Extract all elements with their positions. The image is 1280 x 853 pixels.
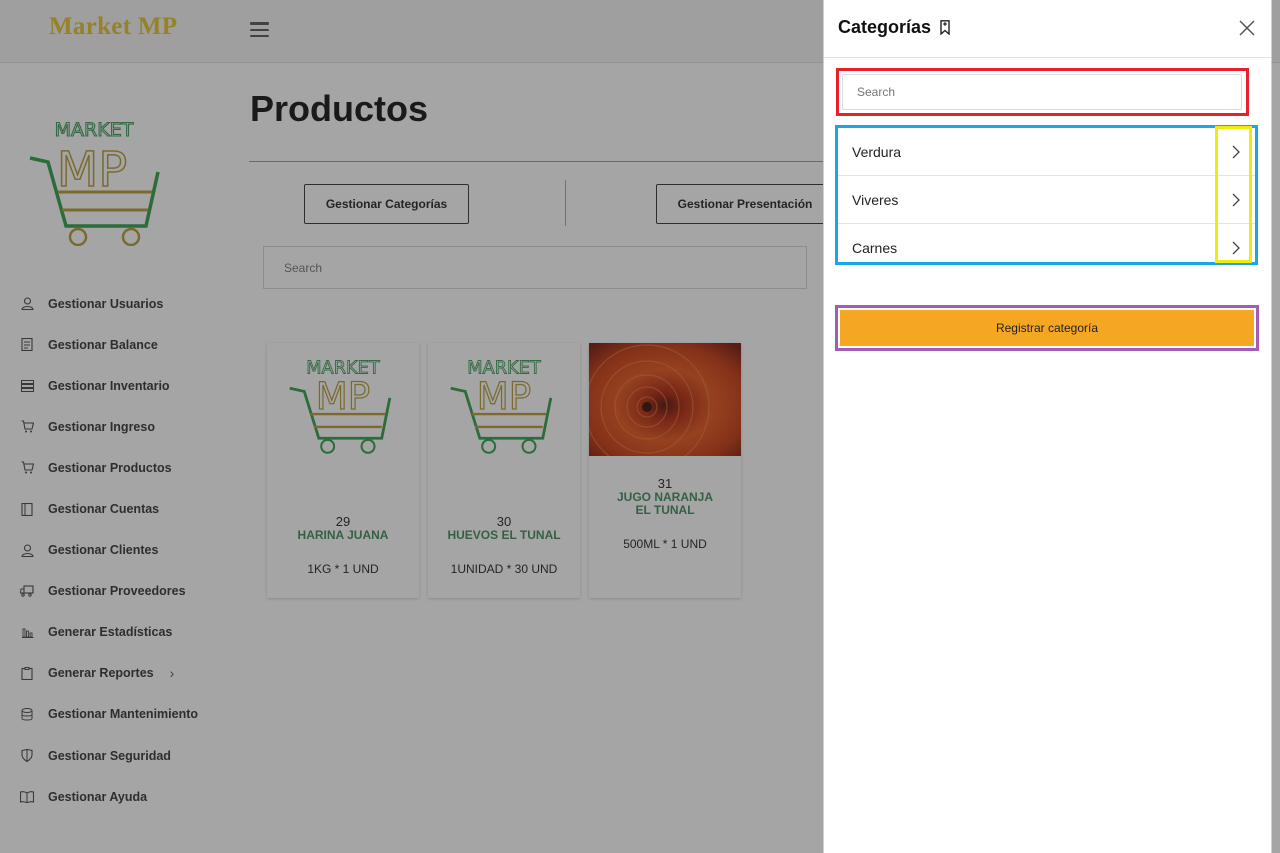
register-button-highlight <box>835 305 1259 351</box>
search-highlight <box>836 68 1249 116</box>
panel-title-text: Categorías <box>838 17 932 37</box>
panel-title: Categorías <box>838 17 950 38</box>
panel-header: Categorías <box>824 0 1271 58</box>
category-list-highlight <box>835 125 1258 265</box>
bookmark-icon <box>940 20 950 35</box>
chevron-column-highlight <box>1215 126 1252 263</box>
close-icon[interactable] <box>1239 20 1255 36</box>
